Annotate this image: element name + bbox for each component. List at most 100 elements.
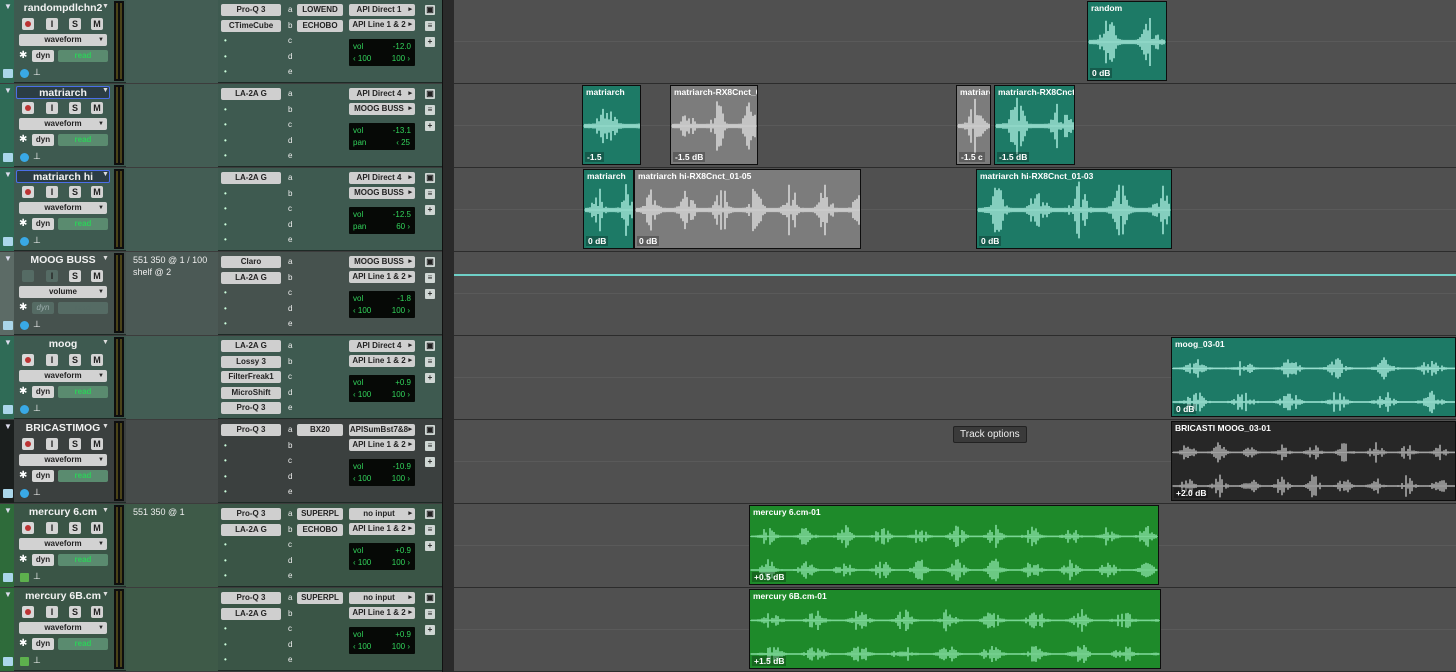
mute-button[interactable]: M	[91, 438, 103, 450]
audio-clip[interactable]: mercury 6B.cm-01 +1.5 dB	[749, 589, 1161, 669]
dyn-button[interactable]: dyn	[32, 218, 54, 230]
insert-slot[interactable]	[221, 219, 281, 231]
dyn-button[interactable]: dyn	[32, 134, 54, 146]
track-comments[interactable]: 551 350 @ 1	[126, 504, 218, 587]
clip-gain[interactable]: -1.5 c	[959, 152, 985, 162]
expand-triangle-icon[interactable]: ▼	[4, 339, 12, 347]
volume-pan-display[interactable]: vol -10.9 ‹ 100 100 ›	[349, 459, 415, 486]
record-enable-button[interactable]	[22, 438, 34, 450]
clip-gain[interactable]: 0 dB	[1174, 404, 1197, 414]
volume-pan-display[interactable]: vol +0.9 ‹ 100 100 ›	[349, 627, 415, 654]
insert-slot[interactable]	[221, 455, 281, 467]
track-name[interactable]: mercury 6.cm	[16, 506, 110, 519]
add-icon[interactable]: +	[425, 205, 435, 215]
track-menu-chevron-icon[interactable]: ▼	[102, 591, 110, 599]
playlist-icon[interactable]	[20, 153, 29, 162]
solo-button[interactable]: S	[69, 18, 81, 30]
volume-pan-display[interactable]: vol +0.9 ‹ 100 100 ›	[349, 543, 415, 570]
playlist-icon[interactable]	[20, 489, 29, 498]
input-selector[interactable]: MOOG BUSS	[349, 256, 415, 268]
send-slot[interactable]: ECHOBO	[297, 523, 343, 536]
send-slot[interactable]: BX20	[297, 424, 343, 436]
insert-slot[interactable]: Claro	[221, 256, 281, 268]
audio-clip[interactable]: mercury 6.cm-01 +0.5 dB	[749, 505, 1159, 585]
mute-button[interactable]: M	[91, 522, 103, 534]
output-selector[interactable]: API Line 1 & 2	[349, 523, 415, 535]
add-icon[interactable]: +	[425, 373, 435, 383]
elastic-audio-icon[interactable]: ✱	[19, 386, 27, 397]
input-monitor-button[interactable]: I	[46, 270, 58, 282]
clip-gain[interactable]: -1.5 dB	[673, 152, 706, 162]
clip-gain[interactable]: 0 dB	[637, 236, 660, 246]
timebase-icon[interactable]: ⊥	[33, 235, 41, 246]
volume-pan-display[interactable]: vol -13.1 pan ‹ 25	[349, 123, 415, 150]
timebase-icon[interactable]: ⊥	[33, 655, 41, 666]
automation-mode-selector[interactable]: read	[58, 638, 108, 650]
clip-gain[interactable]: +0.5 dB	[752, 572, 787, 582]
dyn-button[interactable]: dyn	[32, 50, 54, 62]
list-icon[interactable]: ≡	[425, 525, 435, 535]
mute-button[interactable]: M	[91, 186, 103, 198]
clip-gain[interactable]: -1.5	[585, 152, 604, 162]
track-lane[interactable]: moog_03-01 0 dB	[454, 336, 1456, 420]
volume-pan-display[interactable]: vol -12.5 pan 60 ›	[349, 207, 415, 234]
expand-triangle-icon[interactable]: ▼	[4, 423, 12, 431]
elastic-audio-icon[interactable]: ✱	[19, 302, 27, 313]
volume-automation-line[interactable]	[454, 274, 1456, 276]
clip-gain[interactable]: -1.5 dB	[997, 152, 1030, 162]
record-icon[interactable]: ▣	[425, 173, 435, 183]
insert-slot[interactable]: Pro-Q 3	[221, 402, 281, 414]
audio-clip[interactable]: matriarch hi-RX8Cnct_01-05 0 dB	[634, 169, 861, 249]
insert-slot[interactable]	[221, 119, 281, 131]
insert-slot[interactable]: LA-2A G	[221, 271, 281, 284]
send-slot[interactable]: SUPERPL	[297, 508, 343, 520]
output-selector[interactable]: MOOG BUSS	[349, 103, 415, 115]
record-enable-button[interactable]	[22, 606, 34, 618]
elastic-audio-icon[interactable]: ✱	[19, 50, 27, 61]
solo-button[interactable]: S	[69, 354, 81, 366]
track-name[interactable]: mercury 6B.cm	[16, 590, 110, 603]
automation-mode-selector[interactable]: read	[58, 302, 108, 314]
track-menu-chevron-icon[interactable]: ▼	[102, 339, 110, 347]
track-comments[interactable]	[126, 84, 218, 167]
track-lane[interactable]: mercury 6.cm-01 +0.5 dB	[454, 504, 1456, 588]
list-icon[interactable]: ≡	[425, 189, 435, 199]
insert-slot[interactable]: Pro-Q 3	[221, 508, 281, 520]
audio-clip[interactable]: BRICASTI MOOG_03-01 +2.0 dB	[1171, 421, 1456, 501]
record-icon[interactable]: ▣	[425, 341, 435, 351]
audio-clip[interactable]: matriarch-RX8Cnct_01-05 -1.5 dB	[670, 85, 758, 165]
audio-clip[interactable]: matriarch 0 dB	[583, 169, 634, 249]
playlist-icon[interactable]	[20, 405, 29, 414]
elastic-audio-icon[interactable]: ✱	[19, 218, 27, 229]
track-view-selector[interactable]: waveform ▼	[19, 118, 107, 130]
output-selector[interactable]: API Line 1 & 2	[349, 271, 415, 283]
output-selector[interactable]: API Line 1 & 2	[349, 607, 415, 619]
playlist-icon[interactable]	[20, 321, 29, 330]
timebase-icon[interactable]: ⊥	[33, 571, 41, 582]
automation-mode-selector[interactable]: read	[58, 470, 108, 482]
audio-clip[interactable]: random 0 dB	[1087, 1, 1167, 81]
audio-clip[interactable]: matriarch -1.5	[582, 85, 641, 165]
automation-mode-selector[interactable]: read	[58, 386, 108, 398]
insert-slot[interactable]	[221, 234, 281, 246]
record-enable-button[interactable]	[22, 522, 34, 534]
solo-button[interactable]: S	[69, 102, 81, 114]
insert-slot[interactable]: LA-2A G	[221, 607, 281, 620]
output-selector[interactable]: API Line 1 & 2	[349, 19, 415, 31]
dyn-button[interactable]: dyn	[32, 470, 54, 482]
list-icon[interactable]: ≡	[425, 273, 435, 283]
track-name[interactable]: moog	[16, 338, 110, 351]
dyn-button[interactable]: dyn	[32, 554, 54, 566]
send-slot[interactable]: LOWEND	[297, 4, 343, 16]
expand-triangle-icon[interactable]: ▼	[4, 255, 12, 263]
track-view-selector[interactable]: waveform ▼	[19, 622, 107, 634]
input-monitor-button[interactable]: I	[46, 606, 58, 618]
output-selector[interactable]: API Line 1 & 2	[349, 439, 415, 451]
track-menu-chevron-icon[interactable]: ▼	[102, 171, 110, 179]
track-name[interactable]: matriarch	[16, 86, 110, 99]
input-monitor-button[interactable]: I	[46, 438, 58, 450]
input-selector[interactable]: APISumBst7&8	[349, 424, 415, 436]
volume-pan-display[interactable]: vol -12.0 ‹ 100 100 ›	[349, 39, 415, 66]
track-lane[interactable]: matriarch -1.5 matriarch-RX8Cnct_01-05 -1.5…	[454, 84, 1456, 168]
insert-slot[interactable]	[221, 35, 281, 47]
